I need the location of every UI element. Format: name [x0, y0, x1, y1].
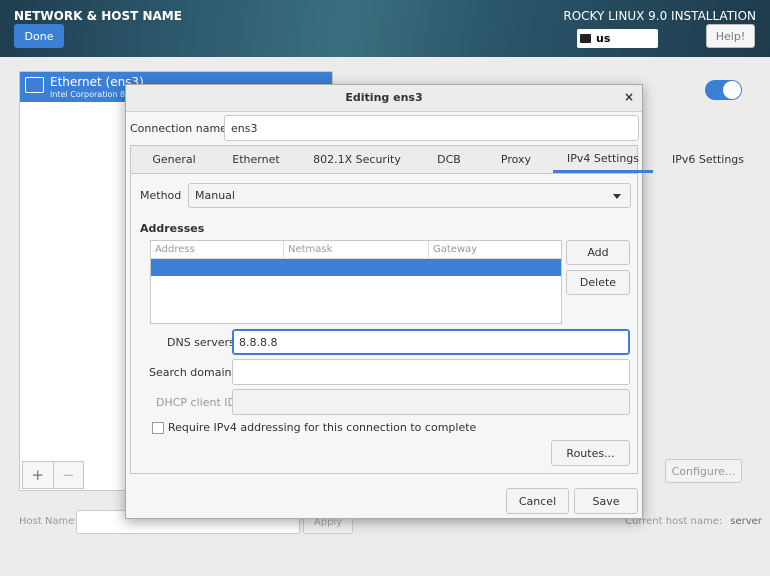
delete-address-button[interactable]: Delete — [566, 270, 630, 295]
device-vendor: Intel Corporation 825 — [50, 90, 136, 99]
ethernet-icon — [25, 77, 44, 93]
search-domains-input[interactable] — [232, 359, 630, 385]
addresses-table[interactable]: Address Netmask Gateway — [150, 240, 562, 324]
method-select[interactable]: Manual — [188, 183, 631, 208]
tab-dcb[interactable]: DCB — [419, 146, 479, 173]
dhcp-client-id-input[interactable] — [232, 389, 630, 415]
add-device-button[interactable]: + — [23, 462, 53, 488]
dialog-titlebar: Editing ens3 × — [126, 85, 642, 112]
cancel-button[interactable]: Cancel — [506, 488, 569, 514]
spoke-title: NETWORK & HOST NAME — [14, 9, 182, 23]
configure-button[interactable]: Configure... — [665, 459, 742, 483]
column-gateway[interactable]: Gateway — [429, 241, 561, 258]
edit-connection-dialog: Editing ens3 × Connection name ens3 Gene… — [125, 84, 744, 519]
method-value: Manual — [195, 189, 235, 202]
dns-servers-input[interactable]: 8.8.8.8 — [232, 329, 630, 355]
connection-name-input[interactable]: ens3 — [224, 115, 639, 141]
installation-title: ROCKY LINUX 9.0 INSTALLATION — [563, 9, 756, 23]
routes-button[interactable]: Routes... — [551, 440, 630, 466]
done-button[interactable]: Done — [14, 24, 64, 48]
column-address[interactable]: Address — [151, 241, 284, 258]
dhcp-client-id-label: DHCP client ID — [156, 396, 236, 409]
tab-proxy[interactable]: Proxy — [479, 146, 553, 173]
connection-tabs: General Ethernet 802.1X Security DCB Pro… — [130, 145, 744, 174]
require-ipv4-label: Require IPv4 addressing for this connect… — [168, 421, 477, 434]
require-ipv4-checkbox[interactable] — [152, 422, 164, 434]
save-button[interactable]: Save — [574, 488, 638, 514]
connection-name-label: Connection name — [130, 122, 227, 135]
device-enable-toggle[interactable] — [705, 80, 742, 100]
keyboard-layout-label: us — [596, 32, 611, 45]
current-host-name: Current host name: server — [625, 516, 762, 527]
keyboard-icon — [580, 34, 591, 43]
current-host-name-value: server — [730, 516, 762, 527]
tab-general[interactable]: General — [131, 146, 217, 173]
table-row[interactable] — [151, 259, 561, 276]
toggle-knob — [723, 81, 741, 99]
method-label: Method — [140, 189, 182, 202]
chevron-down-icon — [613, 194, 621, 199]
tab-ipv4-settings[interactable]: IPv4 Settings — [553, 146, 653, 173]
tab-ethernet[interactable]: Ethernet — [217, 146, 295, 173]
remove-device-button[interactable]: − — [52, 462, 84, 488]
keyboard-layout-indicator[interactable]: us — [577, 29, 658, 48]
header-banner: NETWORK & HOST NAME Done ROCKY LINUX 9.0… — [0, 0, 770, 57]
dns-servers-label: DNS servers — [167, 336, 235, 349]
close-icon[interactable]: × — [624, 90, 634, 104]
ipv4-settings-page: Method Manual Addresses Address Netmask … — [130, 174, 638, 474]
add-address-button[interactable]: Add — [566, 240, 630, 265]
tab-ipv6-settings[interactable]: IPv6 Settings — [653, 146, 763, 173]
search-domains-label: Search domains — [149, 366, 238, 379]
host-name-label: Host Name: — [19, 516, 78, 527]
tab-8021x-security[interactable]: 802.1X Security — [295, 146, 419, 173]
addresses-table-header: Address Netmask Gateway — [151, 241, 561, 259]
column-netmask[interactable]: Netmask — [284, 241, 429, 258]
dialog-title: Editing ens3 — [345, 91, 423, 104]
help-button[interactable]: Help! — [706, 24, 755, 48]
addresses-label: Addresses — [140, 222, 205, 235]
device-list-buttons: + − — [22, 461, 84, 489]
